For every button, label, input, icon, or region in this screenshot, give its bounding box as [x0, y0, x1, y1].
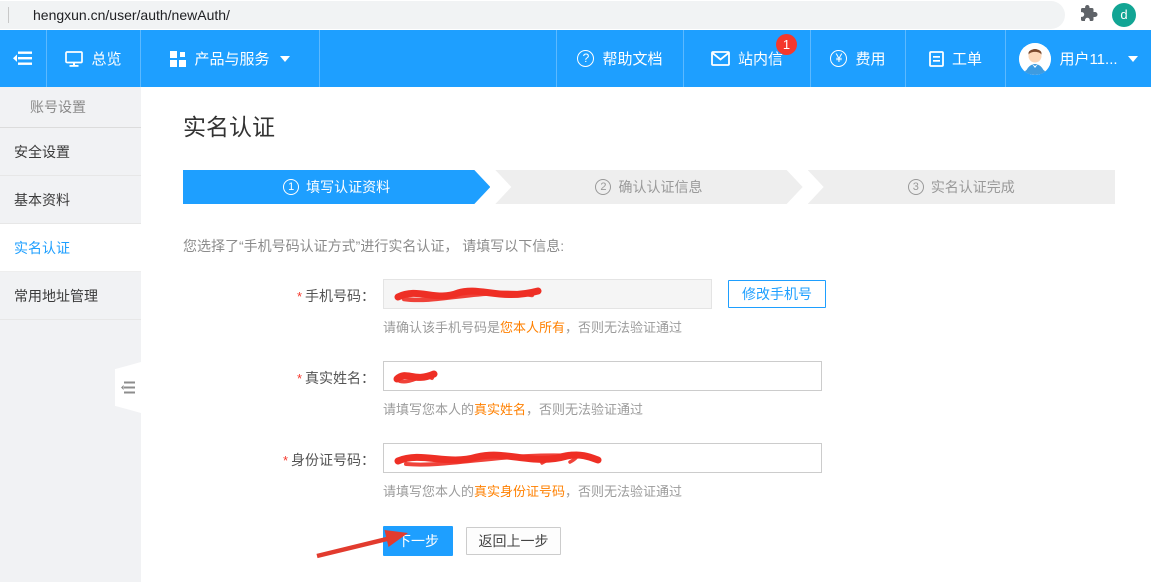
change-phone-button[interactable]: 修改手机号: [728, 280, 826, 308]
yen-circle-icon: ¥: [830, 50, 847, 67]
helper-highlight: 真实姓名: [474, 402, 526, 417]
browser-bar: hengxun.cn/user/auth/newAuth/ ☆ d: [0, 0, 1151, 30]
step-label: 确认认证信息: [618, 177, 702, 197]
user-avatar-icon: [1019, 43, 1051, 75]
collapse-icon: [121, 381, 135, 394]
realname-label: *真实姓名：: [183, 361, 383, 388]
helper-highlight: 真实身份证号码: [474, 484, 565, 499]
page-title: 实名认证: [183, 108, 1115, 142]
step-label: 实名认证完成: [931, 177, 1015, 197]
question-circle-icon: ?: [577, 50, 594, 67]
realname-input[interactable]: [383, 361, 822, 391]
required-asterisk: *: [297, 289, 302, 304]
collapse-icon: [13, 51, 33, 66]
required-asterisk: *: [283, 453, 288, 468]
monitor-icon: [65, 51, 83, 67]
redaction-scribble: [392, 366, 440, 388]
step-fill-info: 1 填写认证资料: [183, 170, 490, 204]
address-bar[interactable]: hengxun.cn/user/auth/newAuth/: [0, 1, 1065, 29]
nav-item-site-mail[interactable]: 站内信 1: [683, 30, 810, 87]
sidebar-item-realname-auth[interactable]: 实名认证: [0, 224, 141, 272]
top-navbar: 总览 产品与服务 ? 帮助文档 站内信 1 ¥ 费用: [0, 30, 1151, 87]
nav-item-label: 帮助文档: [602, 48, 662, 69]
nav-item-label: 产品与服务: [194, 48, 269, 69]
nav-item-label: 费用: [855, 48, 885, 69]
chevron-down-icon: [280, 56, 290, 62]
nav-item-fees[interactable]: ¥ 费用: [810, 30, 905, 87]
back-button[interactable]: 返回上一步: [466, 527, 561, 555]
progress-steps: 1 填写认证资料 2 确认认证信息 3 实名认证完成: [183, 170, 1115, 204]
page-body: 账号设置 安全设置 基本资料 实名认证 常用地址管理 实名认证 1 填写认证资料…: [0, 87, 1151, 582]
idnumber-input[interactable]: [383, 443, 822, 473]
realname-helper: 请填写您本人的真实姓名，否则无法验证通过: [383, 399, 1115, 418]
next-step-button[interactable]: 下一步: [383, 526, 453, 556]
step-complete: 3 实名认证完成: [808, 170, 1115, 204]
url-separator: [8, 7, 9, 23]
step-confirm-info: 2 确认认证信息: [495, 170, 802, 204]
sidebar-collapse-tab[interactable]: [115, 362, 141, 413]
url-text[interactable]: hengxun.cn/user/auth/newAuth/: [33, 7, 230, 23]
unread-count-badge: 1: [776, 34, 797, 55]
intro-text: 您选择了“手机号码认证方式”进行实名认证， 请填写以下信息:: [183, 236, 1115, 256]
browser-profile-avatar[interactable]: d: [1112, 3, 1136, 27]
nav-item-label: 总览: [91, 48, 121, 69]
required-asterisk: *: [297, 371, 302, 386]
redaction-scribble: [392, 448, 607, 470]
idnumber-helper: 请填写您本人的真实身份证号码，否则无法验证通过: [383, 481, 1115, 500]
nav-item-overview[interactable]: 总览: [47, 30, 141, 87]
nav-item-work-orders[interactable]: 工单: [905, 30, 1005, 87]
sidebar-item-security[interactable]: 安全设置: [0, 128, 141, 176]
phone-label: *手机号码：: [183, 279, 383, 306]
sidebar: 账号设置 安全设置 基本资料 实名认证 常用地址管理: [0, 87, 141, 582]
step-label: 填写认证资料: [306, 177, 390, 197]
sidebar-item-address-mgmt[interactable]: 常用地址管理: [0, 272, 141, 320]
nav-item-user-menu[interactable]: 用户11...: [1005, 30, 1151, 87]
nav-item-label: 工单: [952, 48, 982, 69]
step-number: 2: [595, 179, 611, 195]
step-number: 1: [283, 179, 299, 195]
phone-helper: 请确认该手机号码是您本人所有，否则无法验证通过: [383, 317, 1115, 336]
redaction-scribble: [392, 284, 547, 306]
document-icon: [929, 51, 944, 67]
grid-icon: [170, 51, 186, 67]
idnumber-label: *身份证号码：: [183, 443, 383, 470]
nav-item-label: 用户11...: [1059, 48, 1117, 69]
auth-form: *手机号码： 修改手机号 请确认该手机号码是您本人所有，否则无法验证通过: [183, 279, 1115, 556]
chevron-down-icon: [1128, 56, 1138, 62]
sidebar-header: 账号设置: [0, 87, 141, 128]
nav-item-products[interactable]: 产品与服务: [141, 30, 320, 87]
extensions-puzzle-icon[interactable]: [1080, 5, 1099, 29]
sidebar-collapse-button[interactable]: [0, 30, 47, 87]
sidebar-item-basic-info[interactable]: 基本资料: [0, 176, 141, 224]
mail-icon: [711, 51, 730, 66]
phone-input[interactable]: [383, 279, 712, 309]
main-content: 实名认证 1 填写认证资料 2 确认认证信息 3 实名认证完成 您选择了“手机号…: [141, 87, 1151, 582]
nav-item-label: 站内信: [738, 48, 783, 69]
step-number: 3: [908, 179, 924, 195]
helper-highlight: 您本人所有: [500, 320, 565, 335]
nav-item-help-docs[interactable]: ? 帮助文档: [556, 30, 683, 87]
